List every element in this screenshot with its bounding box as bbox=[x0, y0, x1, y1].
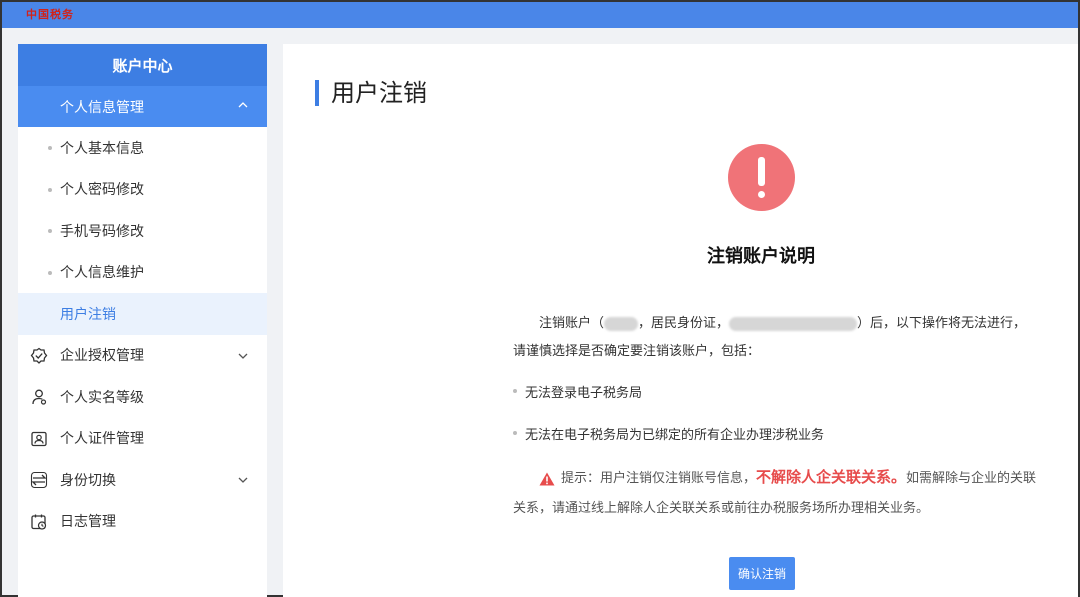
confirm-deactivate-button[interactable]: 确认注销 bbox=[729, 557, 795, 590]
sidebar-item-label: 手机号码修改 bbox=[60, 223, 144, 240]
bullet-dot bbox=[48, 146, 52, 150]
sidebar-header: 账户中心 bbox=[18, 44, 267, 86]
sidebar-item-label: 个人信息维护 bbox=[60, 265, 144, 282]
sidebar-item-label: 企业授权管理 bbox=[60, 348, 144, 365]
chevron-down-icon bbox=[238, 353, 248, 359]
sidebar-item-realname[interactable]: 个人实名等级 bbox=[18, 376, 267, 418]
sidebar-item-identity-switch[interactable]: 身份切换 bbox=[18, 459, 267, 501]
id-card-icon bbox=[31, 431, 47, 446]
sidebar-item-label: 个人密码修改 bbox=[60, 182, 144, 199]
warning-icon bbox=[539, 472, 555, 485]
sidebar-item-deactivate[interactable]: 用户注销 bbox=[18, 293, 267, 335]
calendar-clock-icon bbox=[31, 514, 47, 530]
person-icon bbox=[32, 389, 47, 405]
top-bar: 中国税务 bbox=[2, 2, 1078, 28]
sidebar-item-label: 日志管理 bbox=[60, 514, 116, 531]
switch-icon bbox=[30, 471, 48, 489]
chevron-down-icon bbox=[238, 477, 248, 483]
sidebar-item-maintain[interactable]: 个人信息维护 bbox=[18, 252, 267, 294]
sidebar: 账户中心 个人信息管理 个人基本信息 个人密码修改 手机号码修改 个人信息维护 … bbox=[18, 44, 267, 597]
site-logo[interactable]: 中国税务 bbox=[26, 6, 74, 22]
sidebar-item-logs[interactable]: 日志管理 bbox=[18, 501, 267, 543]
list-item: 无法登录电子税务局 bbox=[513, 382, 642, 401]
sidebar-group-label: 个人信息管理 bbox=[60, 99, 144, 116]
sidebar-item-label: 个人实名等级 bbox=[60, 389, 144, 406]
sidebar-item-label: 个人基本信息 bbox=[60, 140, 144, 157]
sidebar-item-label: 用户注销 bbox=[60, 306, 116, 323]
sidebar-group-personal-info[interactable]: 个人信息管理 bbox=[18, 86, 267, 127]
tip-emphasis: 不解除人企关联关系。 bbox=[756, 468, 907, 486]
section-title: 注销账户说明 bbox=[707, 246, 815, 267]
redacted-account bbox=[604, 316, 639, 331]
sidebar-item-enterprise-auth[interactable]: 企业授权管理 bbox=[18, 335, 267, 377]
tip-notice: 提示：用户注销仅注销账号信息，不解除人企关联关系。如需解除与企业的关联关系，请通… bbox=[513, 468, 1037, 516]
shield-check-icon bbox=[30, 347, 48, 364]
bullet-dot bbox=[48, 187, 52, 192]
bullet-dot bbox=[48, 229, 52, 233]
sidebar-item-password[interactable]: 个人密码修改 bbox=[18, 169, 267, 211]
bullet-dot bbox=[48, 270, 52, 275]
page-title: 用户注销 bbox=[315, 80, 427, 106]
sidebar-item-certificates[interactable]: 个人证件管理 bbox=[18, 418, 267, 460]
redacted-id-number bbox=[729, 316, 858, 331]
sidebar-item-basic-info[interactable]: 个人基本信息 bbox=[18, 127, 267, 169]
sidebar-item-label: 个人证件管理 bbox=[60, 431, 144, 448]
exclamation-icon bbox=[728, 144, 795, 211]
chevron-up-icon bbox=[238, 102, 248, 108]
deactivation-description: 注销账户（ ，居民身份证， ）后，以下操作将无法进行，请谨慎选择是否确定要注销该账户… bbox=[513, 316, 1027, 359]
sidebar-item-label: 身份切换 bbox=[60, 472, 116, 489]
list-item: 无法在电子税务局为已绑定的所有企业办理涉税业务 bbox=[513, 424, 824, 443]
sidebar-item-phone[interactable]: 手机号码修改 bbox=[18, 210, 267, 252]
main-panel: 用户注销 注销账户说明 注销账户（ ，居民身份证， ）后，以下操作将无法进行，请谨慎… bbox=[283, 44, 1078, 597]
